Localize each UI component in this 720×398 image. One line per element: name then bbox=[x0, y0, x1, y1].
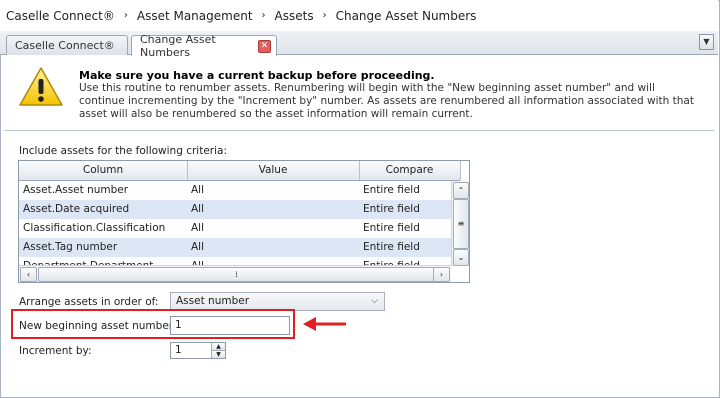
scroll-down-icon[interactable]: ⌄ bbox=[453, 249, 469, 266]
table-row[interactable]: Asset.Tag number All Entire field bbox=[19, 238, 451, 257]
scroll-left-icon[interactable]: ‹ bbox=[20, 267, 37, 282]
order-label: Arrange assets in order of: bbox=[19, 296, 159, 308]
column-header-column[interactable]: Column bbox=[19, 161, 188, 180]
scroll-right-icon[interactable]: › bbox=[433, 267, 450, 282]
cell-column: Classification.Classification bbox=[23, 222, 166, 234]
cell-compare: Entire field bbox=[363, 241, 420, 253]
tab-caselle-connect[interactable]: Caselle Connect® bbox=[6, 35, 128, 55]
breadcrumb-item-asset-management[interactable]: Asset Management bbox=[137, 9, 253, 23]
tab-strip: Caselle Connect® Change Asset Numbers ✕ … bbox=[0, 31, 718, 59]
cell-column: Asset.Tag number bbox=[23, 241, 118, 253]
scroll-thumb-vertical[interactable]: ≡ bbox=[453, 199, 469, 249]
column-header-value[interactable]: Value bbox=[187, 161, 360, 180]
table-row[interactable]: Classification.Classification All Entire… bbox=[19, 219, 451, 238]
order-select-value: Asset number bbox=[176, 295, 250, 307]
column-header-compare[interactable]: Compare bbox=[359, 161, 461, 180]
cell-compare: Entire field bbox=[363, 184, 420, 196]
tab-label: Change Asset Numbers bbox=[140, 33, 216, 59]
cell-value: All bbox=[191, 184, 205, 196]
table-row[interactable]: Asset.Date acquired All Entire field bbox=[19, 200, 451, 219]
warning-panel: Make sure you have a current backup befo… bbox=[4, 58, 714, 131]
tab-list-dropdown-icon[interactable]: ▼ bbox=[699, 34, 714, 50]
tab-label: Caselle Connect® bbox=[15, 39, 115, 52]
close-icon[interactable]: ✕ bbox=[258, 40, 271, 53]
chevron-down-icon: ⌵ bbox=[371, 296, 378, 306]
scroll-thumb-horizontal[interactable]: ⁞ bbox=[38, 267, 435, 282]
cell-column: Asset.Date acquired bbox=[23, 203, 130, 215]
increment-value: 1 bbox=[175, 344, 182, 356]
grid-header: Column Value Compare bbox=[19, 161, 461, 181]
scroll-up-icon[interactable]: ⌃ bbox=[453, 182, 469, 199]
cell-value: All bbox=[191, 241, 205, 253]
increment-down-icon[interactable]: ▼ bbox=[211, 351, 225, 358]
breadcrumb-item-change-asset-numbers: Change Asset Numbers bbox=[335, 8, 477, 23]
criteria-label: Include assets for the following criteri… bbox=[19, 145, 227, 157]
cell-compare: Entire field bbox=[363, 203, 420, 215]
vertical-scrollbar[interactable]: ⌃ ≡ ⌄ bbox=[451, 181, 469, 266]
increment-label: Increment by: bbox=[19, 345, 92, 357]
breadcrumb-separator-icon: › bbox=[123, 10, 128, 21]
criteria-grid: Column Value Compare Asset.Asset number … bbox=[18, 160, 470, 283]
breadcrumb-item-caselle-connect[interactable]: Caselle Connect® bbox=[6, 9, 115, 23]
cell-column: Asset.Asset number bbox=[23, 184, 129, 196]
tab-change-asset-numbers[interactable]: Change Asset Numbers ✕ bbox=[131, 33, 277, 59]
breadcrumb-separator-icon: › bbox=[322, 10, 327, 21]
arrow-left-icon bbox=[303, 317, 346, 331]
cell-compare: Entire field bbox=[363, 222, 420, 234]
warning-text: Use this routine to renumber assets. Ren… bbox=[79, 82, 694, 120]
increment-up-icon[interactable]: ▲ bbox=[211, 343, 225, 351]
increment-stepper[interactable]: 1 ▲ ▼ bbox=[170, 342, 226, 359]
warning-title: Make sure you have a current backup befo… bbox=[79, 69, 435, 82]
cell-value: All bbox=[191, 203, 205, 215]
beginning-number-input[interactable]: 1 bbox=[170, 316, 290, 335]
cell-value: All bbox=[191, 222, 205, 234]
breadcrumb-item-assets[interactable]: Assets bbox=[275, 9, 314, 23]
horizontal-scrollbar[interactable]: ‹ ⁞ › bbox=[19, 265, 451, 282]
breadcrumb: Caselle Connect® › Asset Management › As… bbox=[0, 0, 718, 31]
beginning-number-label: New beginning asset number: bbox=[19, 320, 177, 332]
table-row[interactable]: Asset.Asset number All Entire field bbox=[19, 181, 451, 200]
warning-triangle-icon bbox=[19, 67, 63, 106]
breadcrumb-separator-icon: › bbox=[261, 10, 266, 21]
grid-body: Asset.Asset number All Entire field Asse… bbox=[19, 181, 451, 266]
